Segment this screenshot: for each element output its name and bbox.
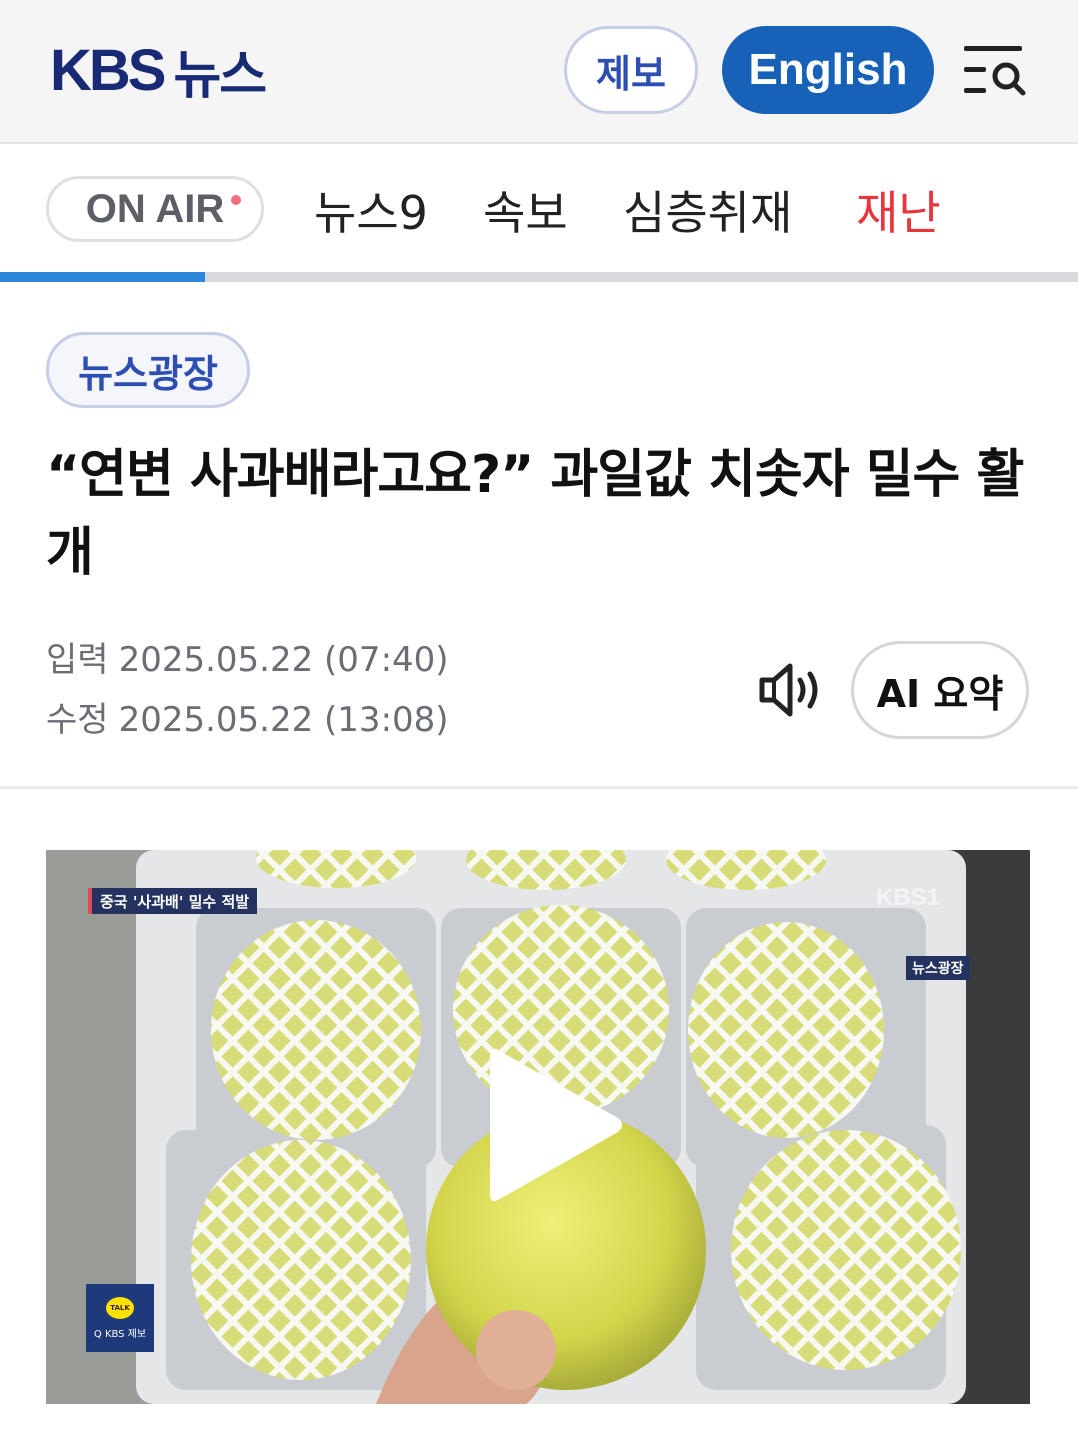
article-headline: “연변 사과배라고요?” 과일값 치솟자 밀수 활개 bbox=[46, 445, 1024, 583]
scroll-progress-fill bbox=[0, 272, 205, 282]
on-air-label: ON AIR bbox=[85, 186, 225, 231]
section-divider bbox=[0, 786, 1078, 789]
english-button[interactable]: English bbox=[722, 26, 934, 114]
kakao-talk-report-badge: TALK Q KBS 제보 bbox=[86, 1284, 154, 1352]
menu-search-icon[interactable] bbox=[960, 40, 1030, 100]
scroll-progress-bar bbox=[0, 272, 1078, 282]
program-category-badge[interactable]: 뉴스광장 bbox=[46, 332, 250, 408]
article-dates: 입력 2025.05.22 (07:40) 수정 2025.05.22 (13:… bbox=[46, 630, 606, 750]
nav-item-news9[interactable]: 뉴스9 bbox=[314, 180, 428, 240]
video-player[interactable]: 중국 '사과배' 밀수 적발 KBS1 뉴스광장 TALK Q KBS 제보 bbox=[46, 850, 1030, 1404]
ai-summary-button[interactable]: AI 요약 bbox=[851, 641, 1029, 739]
app-header: KBS 뉴스 제보 English bbox=[0, 0, 1078, 144]
kbs-news-logo[interactable]: KBS 뉴스 bbox=[50, 37, 267, 106]
input-date-value: 2025.05.22 (07:40) bbox=[118, 640, 449, 680]
logo-text: KBS bbox=[50, 37, 166, 103]
nav-item-disaster[interactable]: 재난 bbox=[856, 180, 941, 240]
modified-date-label: 수정 bbox=[46, 700, 109, 740]
live-dot-icon bbox=[231, 195, 241, 205]
input-date-label: 입력 bbox=[46, 640, 109, 680]
speaker-icon[interactable] bbox=[756, 660, 826, 720]
talk-bubble-icon: TALK bbox=[106, 1296, 134, 1319]
talk-report-label: Q KBS 제보 bbox=[93, 1328, 147, 1340]
nav-item-in-depth[interactable]: 심층취재 bbox=[623, 180, 792, 240]
report-button[interactable]: 제보 bbox=[564, 26, 698, 114]
category-nav: ON AIR 뉴스9 속보 심층취재 재난 bbox=[0, 146, 1078, 282]
modified-date-value: 2025.05.22 (13:08) bbox=[118, 700, 449, 740]
program-tag: 뉴스광장 bbox=[906, 956, 970, 980]
nav-item-breaking[interactable]: 속보 bbox=[483, 180, 568, 240]
on-air-button[interactable]: ON AIR bbox=[46, 176, 264, 242]
channel-watermark: KBS1 bbox=[876, 884, 941, 911]
logo-kr-text: 뉴스 bbox=[173, 45, 267, 106]
play-icon[interactable] bbox=[486, 1040, 626, 1210]
news-caption-tag: 중국 '사과배' 밀수 적발 bbox=[88, 888, 258, 914]
